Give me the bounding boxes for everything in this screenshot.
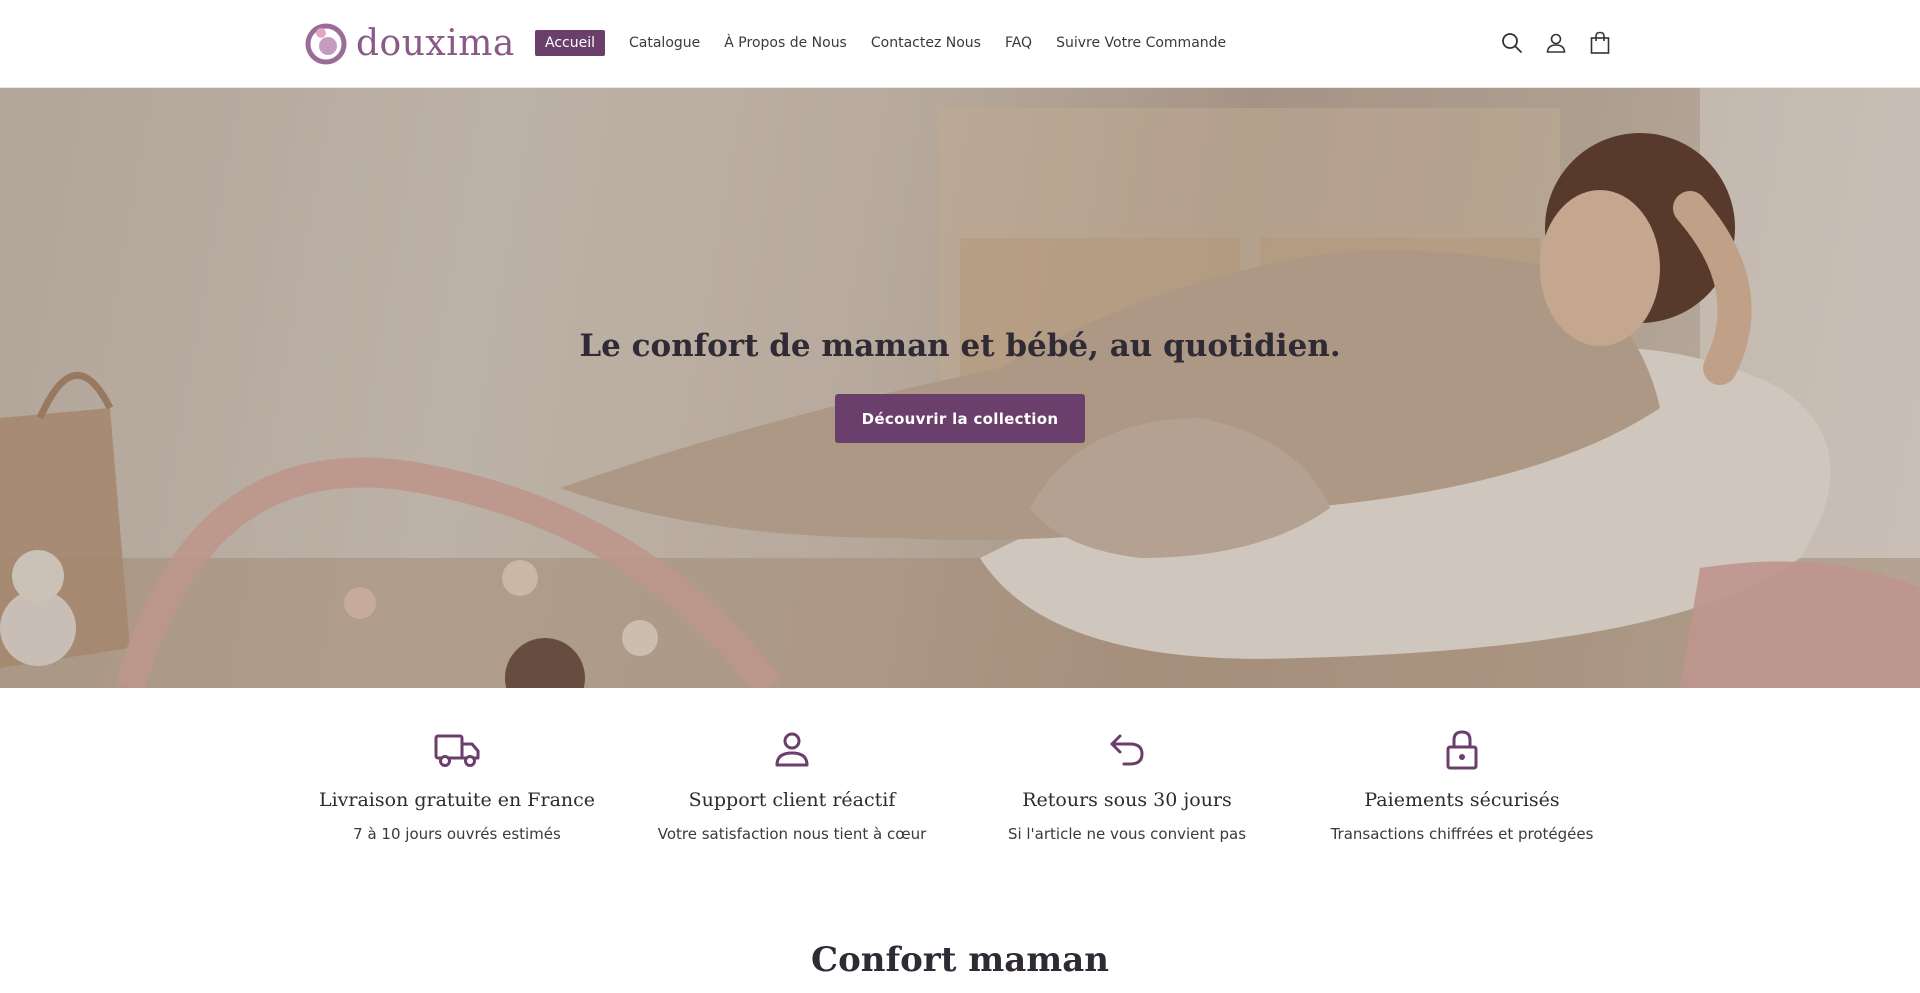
truck-icon <box>434 734 480 767</box>
header-actions <box>1497 28 1615 58</box>
lock-icon <box>1446 730 1478 770</box>
feature-title: Paiements sécurisés <box>1364 789 1560 811</box>
nav-item-a-propos[interactable]: À Propos de Nous <box>724 30 847 56</box>
feature-icon-wrap <box>1302 728 1622 772</box>
feature-item: Livraison gratuite en France 7 à 10 jour… <box>297 728 617 843</box>
feature-icon-wrap <box>632 728 952 772</box>
feature-title: Retours sous 30 jours <box>1022 789 1232 811</box>
feature-description: Votre satisfaction nous tient à cœur <box>657 825 927 843</box>
feature-description: Si l'article ne vous convient pas <box>1007 825 1247 843</box>
feature-title: Livraison gratuite en France <box>318 789 596 811</box>
nav-item-catalogue[interactable]: Catalogue <box>629 30 700 56</box>
search-button[interactable] <box>1497 28 1527 58</box>
feature-item: Paiements sécurisés Transactions chiffré… <box>1302 728 1622 843</box>
cart-button[interactable] <box>1585 28 1615 58</box>
person-icon <box>775 732 809 767</box>
search-icon <box>1502 33 1522 53</box>
brand-logo[interactable]: douxima <box>304 20 515 66</box>
feature-title: Support client réactif <box>688 789 896 811</box>
feature-item: Support client réactif Votre satisfactio… <box>632 728 952 843</box>
section-title: Confort maman <box>811 940 1109 980</box>
logo-mark-icon <box>305 23 347 65</box>
feature-description: Transactions chiffrées et protégées <box>1330 825 1594 843</box>
feature-item: Retours sous 30 jours Si l'article ne vo… <box>967 728 1287 843</box>
return-icon <box>1110 734 1144 766</box>
nav-item-track-order[interactable]: Suivre Votre Commande <box>1056 30 1226 56</box>
hero-overlay <box>0 88 1920 688</box>
hero-banner: Le confort de maman et bébé, au quotidie… <box>0 88 1920 688</box>
account-button[interactable] <box>1541 28 1571 58</box>
brand-name: douxima <box>356 22 515 64</box>
nav-item-contact[interactable]: Contactez Nous <box>871 30 981 56</box>
account-icon <box>1546 33 1566 53</box>
site-header: douxima Accueil Catalogue À Propos de No… <box>0 0 1920 88</box>
discover-collection-button[interactable]: Découvrir la collection <box>835 394 1085 443</box>
hero-title: Le confort de maman et bébé, au quotidie… <box>579 328 1341 364</box>
feature-icon-wrap <box>297 728 617 772</box>
feature-icon-wrap <box>967 728 1287 772</box>
nav-item-faq[interactable]: FAQ <box>1005 30 1032 56</box>
main-nav: Accueil Catalogue À Propos de Nous Conta… <box>535 30 1250 56</box>
cart-icon <box>1590 31 1610 54</box>
feature-description: 7 à 10 jours ouvrés estimés <box>353 825 561 843</box>
nav-item-accueil[interactable]: Accueil <box>535 30 605 56</box>
features-row: Livraison gratuite en France 7 à 10 jour… <box>0 688 1920 888</box>
